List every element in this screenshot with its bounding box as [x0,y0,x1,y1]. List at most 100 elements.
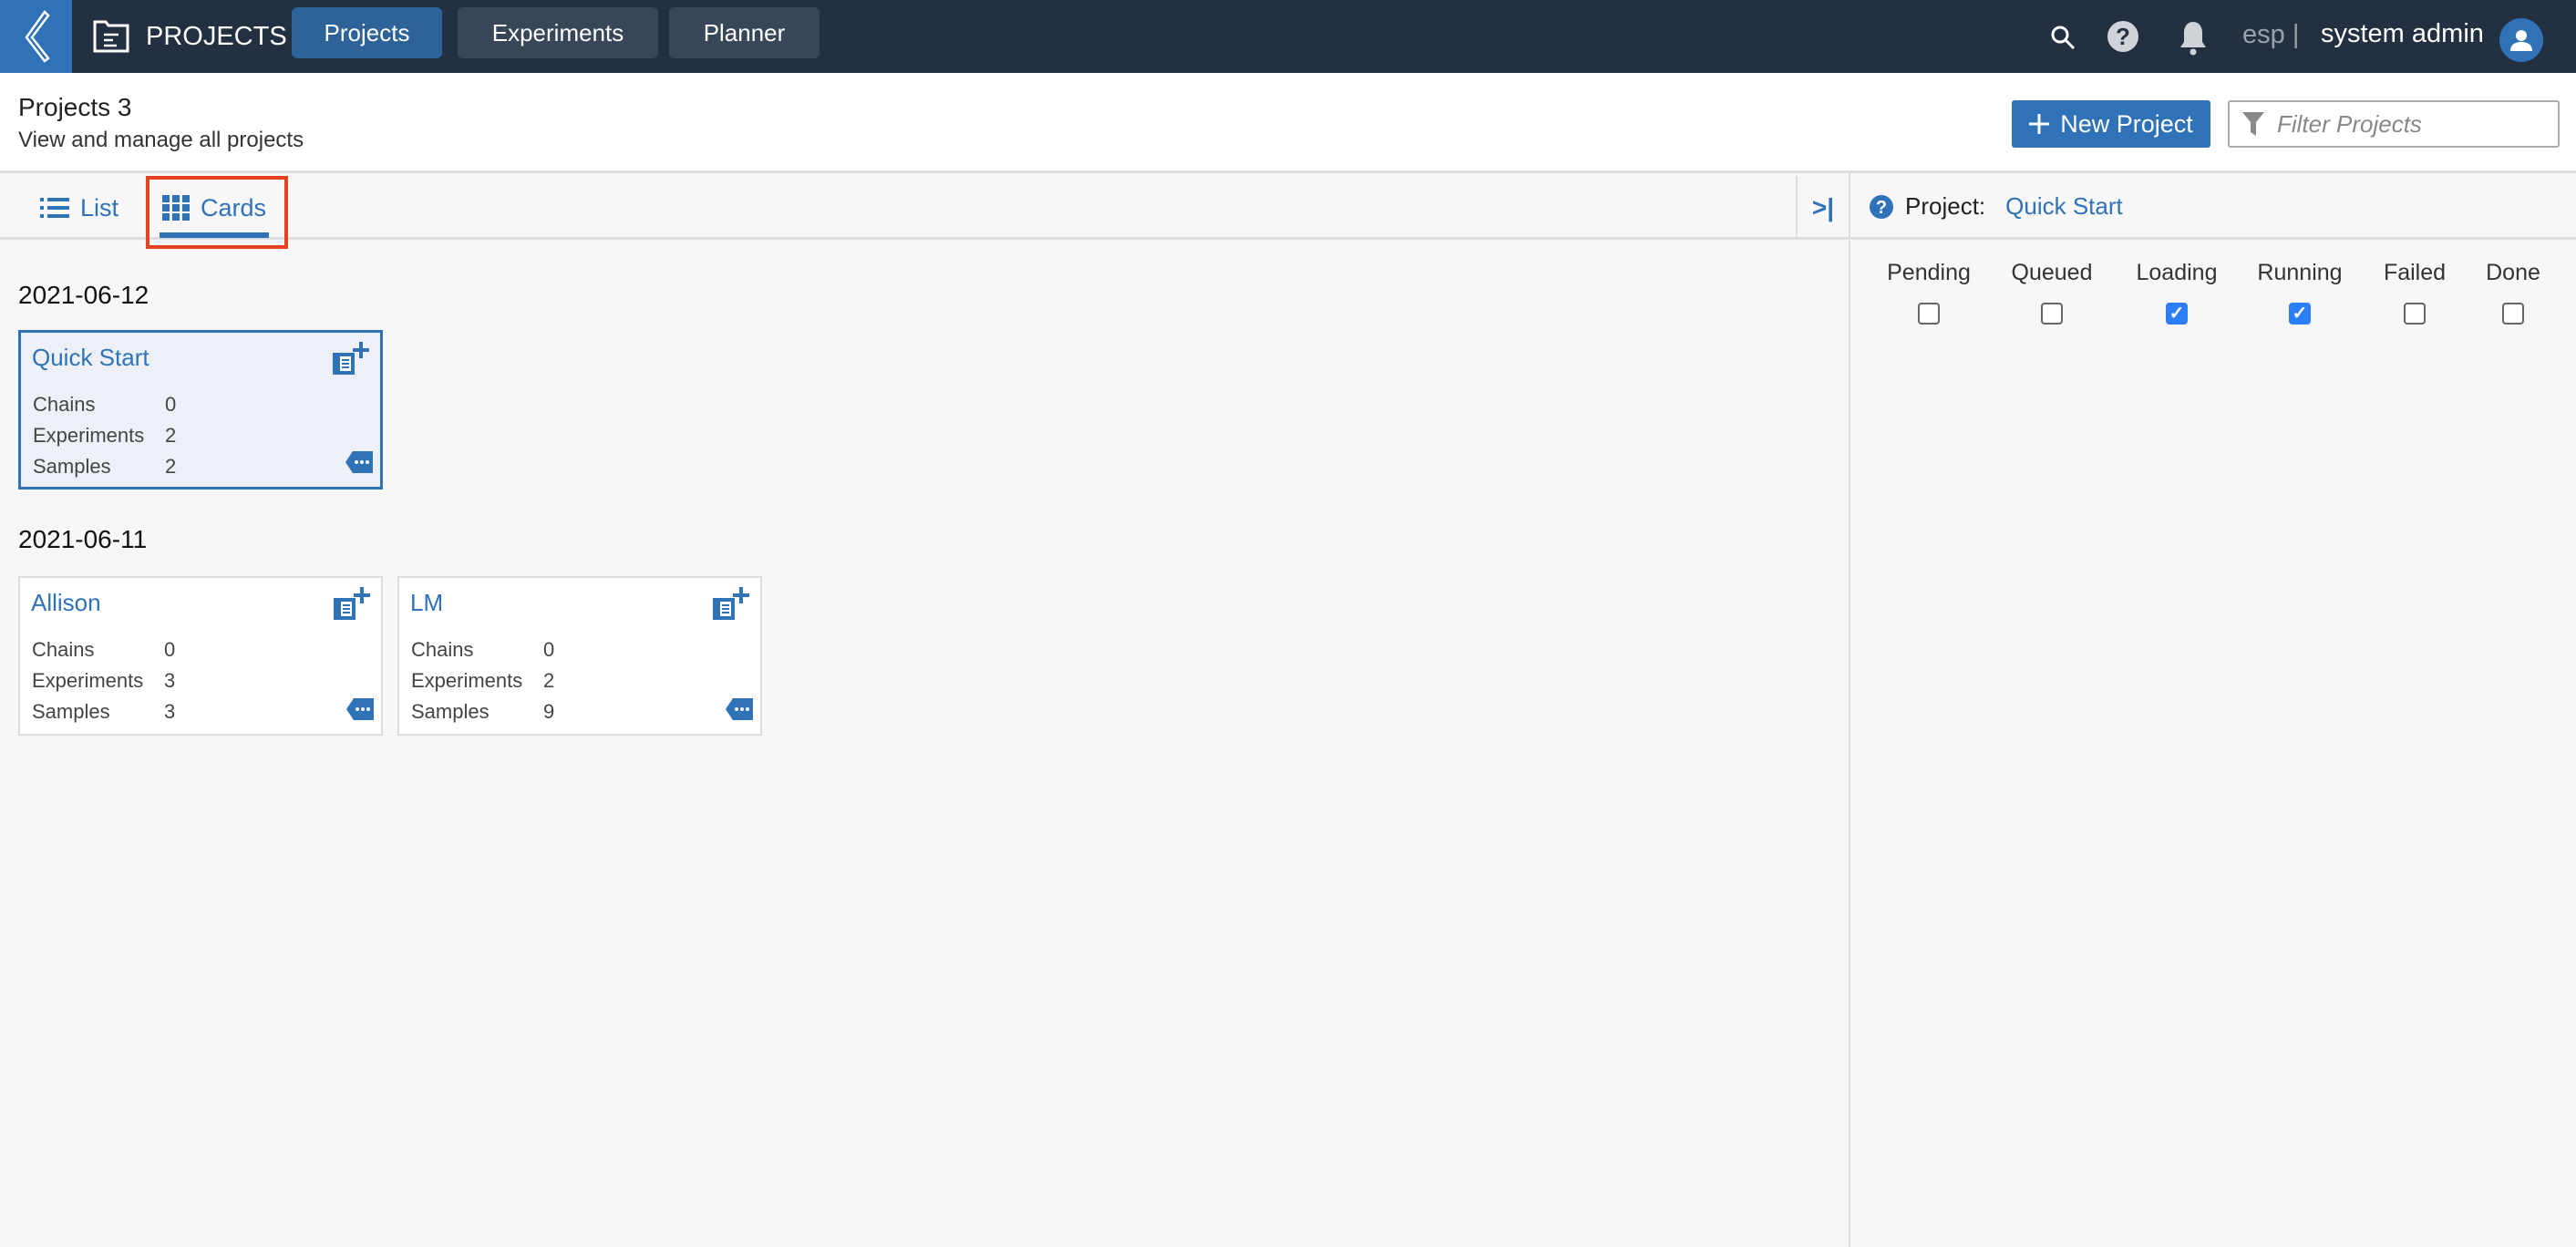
user-avatar-icon[interactable] [2499,18,2543,62]
nav-tab-planner[interactable]: Planner [669,7,819,58]
svg-text:?: ? [2116,23,2130,50]
more-options-button[interactable] [726,698,753,725]
add-experiment-icon[interactable] [332,587,370,622]
nav-tab-experiments[interactable]: Experiments [458,7,658,58]
status-label: Failed [2383,260,2447,285]
stat-label: Samples [411,700,489,723]
stat-label: Chains [33,393,96,416]
projects-folder-icon [93,20,129,53]
card-stat-row: Chains 0 [33,389,176,420]
status-label: Running [2257,260,2343,285]
add-experiment-icon[interactable] [711,587,749,622]
filter-projects-input[interactable] [2277,109,2550,139]
more-options-button[interactable] [345,451,373,478]
search-icon[interactable] [2049,24,2076,51]
status-checkbox[interactable] [2404,303,2426,325]
help-icon[interactable]: ? [2107,20,2139,53]
stat-value: 9 [543,700,555,723]
project-card[interactable]: Quick Start Chains 0 Experiments 2 Samples 2 [18,330,383,490]
status-checkbox[interactable]: ✓ [2166,303,2188,325]
status-loading[interactable]: Loading ✓ [2122,260,2231,325]
stat-label: Experiments [33,424,145,447]
filter-icon [2242,112,2264,136]
panel-divider[interactable] [1849,173,1850,1247]
separator: | [2292,20,2300,49]
status-checkbox[interactable] [1918,303,1940,325]
status-checkbox[interactable]: ✓ [2289,303,2311,325]
collapse-panel-button[interactable]: >| [1796,176,1849,240]
workspace-name: esp [2242,20,2285,49]
status-checkbox[interactable] [2041,303,2063,325]
add-experiment-icon[interactable] [331,342,369,376]
stat-label: Samples [32,700,110,723]
stat-value: 0 [164,638,176,661]
add-experiment-button[interactable] [332,587,370,626]
status-checkbox[interactable] [2502,303,2524,325]
add-experiment-button[interactable] [711,587,749,626]
back-button[interactable] [0,0,72,73]
page-title: Projects 3 [18,93,132,121]
right-panel-header: ? Project: Quick Start [1850,176,2576,240]
top-bar: PROJECTS Projects Experiments Planner ? … [0,0,2576,73]
stat-value: 0 [165,393,177,416]
date-group-heading: 2021-06-12 [18,281,149,309]
status-label: Queued [2011,260,2093,285]
card-stat-row: Samples 2 [33,451,176,482]
stat-value: 3 [164,700,176,723]
bell-icon[interactable] [2179,20,2208,57]
new-project-label: New Project [2060,109,2193,138]
list-icon [40,198,69,218]
more-options-icon[interactable] [346,698,374,720]
chevron-left-icon [24,10,50,63]
help-icon[interactable]: ? [1869,194,1894,220]
status-pending[interactable]: Pending [1874,260,1984,325]
status-done[interactable]: Done [2458,260,2568,325]
card-stats: Chains 0 Experiments 2 Samples 2 [33,389,176,482]
project-card[interactable]: LM Chains 0 Experiments 2 Samples 9 [397,576,762,736]
plus-icon [2029,114,2050,134]
user-name[interactable]: system admin [2321,19,2484,49]
status-label: Done [2486,260,2540,285]
tab-list-label: List [80,193,119,222]
project-label: Project: [1905,192,1986,220]
svg-text:?: ? [1876,198,1887,218]
workspace-label: esp | [2242,20,2299,50]
stat-value: 3 [164,669,176,692]
stat-label: Samples [33,455,111,478]
card-stat-row: Experiments 2 [33,420,176,451]
stat-label: Chains [411,638,474,661]
card-stats: Chains 0 Experiments 3 Samples 3 [32,634,175,727]
tab-list[interactable]: List [40,176,118,240]
more-options-icon[interactable] [345,451,373,473]
page-subtitle: View and manage all projects [18,128,304,152]
card-stat-row: Experiments 3 [32,665,175,696]
more-options-button[interactable] [346,698,374,725]
stat-value: 0 [543,638,555,661]
card-title[interactable]: LM [410,589,443,617]
more-options-icon[interactable] [726,698,753,720]
stat-label: Chains [32,638,95,661]
card-title[interactable]: Allison [31,589,101,617]
selected-project-link[interactable]: Quick Start [2005,192,2123,221]
project-card[interactable]: Allison Chains 0 Experiments 3 Samples 3 [18,576,383,736]
card-stat-row: Chains 0 [411,634,554,665]
highlight-box [146,176,288,249]
app-title: PROJECTS [146,22,287,51]
filter-projects-field[interactable] [2228,100,2560,148]
status-label: Pending [1887,260,1971,285]
stat-value: 2 [165,455,177,478]
add-experiment-button[interactable] [331,342,369,381]
new-project-button[interactable]: New Project [2012,100,2210,148]
card-stat-row: Chains 0 [32,634,175,665]
status-queued[interactable]: Queued [1997,260,2107,325]
card-stat-row: Experiments 2 [411,665,554,696]
stat-label: Experiments [32,669,144,692]
status-running[interactable]: Running ✓ [2245,260,2354,325]
card-title[interactable]: Quick Start [32,344,149,372]
status-label: Loading [2136,260,2218,285]
nav-tab-projects[interactable]: Projects [292,7,442,58]
stat-value: 2 [165,424,177,447]
stat-label: Experiments [411,669,523,692]
card-stat-row: Samples 3 [32,696,175,727]
status-failed[interactable]: Failed [2360,260,2469,325]
